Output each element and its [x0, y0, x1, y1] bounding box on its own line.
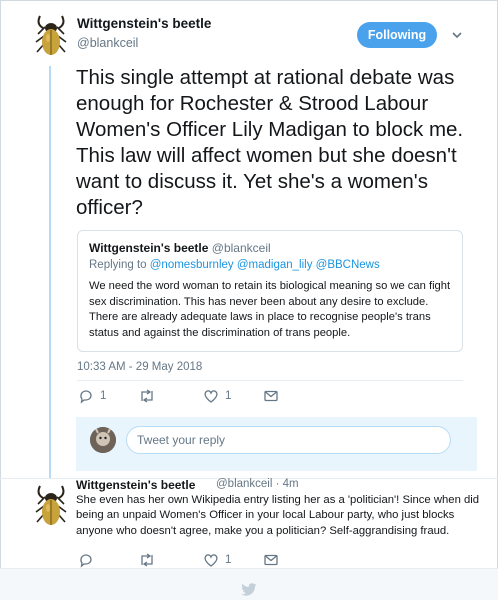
beetle-avatar[interactable] [33, 484, 69, 528]
twitter-bird-icon[interactable] [240, 583, 258, 597]
retweet-action[interactable] [138, 552, 156, 568]
message-icon [264, 554, 278, 566]
author-name[interactable]: Wittgenstein's beetle [77, 16, 211, 31]
divider [77, 380, 463, 381]
author-handle[interactable]: @blankceil [77, 36, 138, 50]
reply-icon [80, 554, 92, 568]
retweet-action[interactable] [138, 388, 156, 404]
footer [0, 568, 498, 600]
reply-action[interactable] [78, 552, 94, 568]
quoted-text: We need the word woman to retain its bio… [89, 280, 451, 339]
beetle-avatar[interactable] [33, 14, 69, 58]
message-action[interactable] [263, 552, 279, 568]
following-button[interactable]: Following [357, 22, 437, 48]
reply-author-name[interactable]: Wittgenstein's beetle [76, 478, 195, 492]
like-count: 1 [225, 390, 232, 402]
like-count: 1 [225, 554, 232, 566]
reply-input[interactable]: Tweet your reply [126, 426, 451, 454]
message-action[interactable] [263, 388, 279, 404]
reply-author-meta[interactable]: @blankceil · 4m [216, 478, 299, 490]
tweet-timestamp[interactable]: 10:33 AM - 29 May 2018 [77, 361, 202, 373]
replying-to: Replying to @nomesburnley @madigan_lily … [89, 259, 380, 271]
quoted-tweet[interactable]: Wittgenstein's beetle @blankceil Replyin… [77, 230, 463, 352]
reply-icon [80, 390, 92, 404]
reply-text: She even has her own Wikipedia entry lis… [76, 494, 480, 537]
reply-composer: Tweet your reply [76, 417, 477, 471]
chevron-down-icon[interactable] [451, 29, 463, 41]
reply-count: 1 [100, 390, 107, 402]
like-icon [204, 554, 218, 567]
message-icon [264, 390, 278, 402]
like-action[interactable]: 1 [203, 388, 231, 404]
thread-line [49, 66, 51, 478]
replying-to-handles[interactable]: @nomesburnley @madigan_lily @BBCNews [150, 259, 380, 271]
retweet-icon [141, 553, 153, 567]
like-action[interactable]: 1 [203, 552, 231, 568]
quoted-author: Wittgenstein's beetle @blankceil [89, 241, 271, 255]
tweet-actions: 1 1 [78, 388, 378, 406]
like-icon [204, 390, 218, 403]
tweet-text: This single attempt at rational debate w… [76, 66, 464, 219]
retweet-icon [141, 389, 153, 403]
user-avatar [90, 427, 116, 453]
reply-action[interactable]: 1 [78, 388, 106, 404]
